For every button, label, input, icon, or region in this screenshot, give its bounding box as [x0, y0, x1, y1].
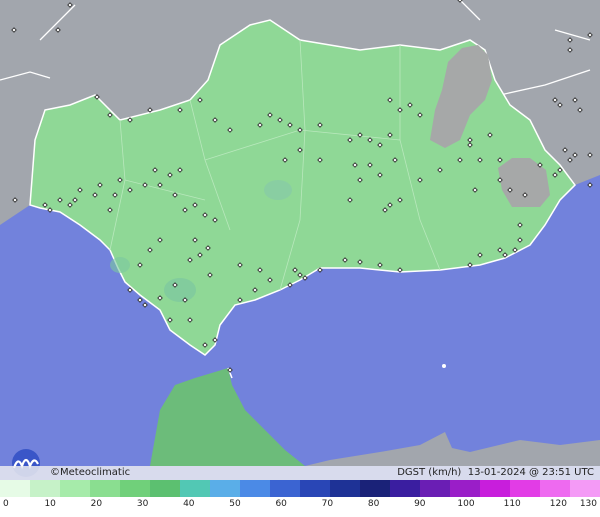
scale-tick-label: 100	[457, 499, 475, 509]
alboran-island	[442, 364, 446, 368]
scale-tick-label: 50	[229, 499, 241, 509]
scale-tick-label: 90	[414, 499, 426, 509]
scale-tick-label: 10	[44, 499, 56, 509]
scale-tick-label: 0	[3, 499, 9, 509]
color-scale-labels: 0 10 20 30 40 50 60 70 80 90 100 110 120 130	[0, 499, 600, 515]
scale-tick-label: 120	[549, 499, 567, 509]
credit-text: ©Meteoclimatic	[50, 467, 131, 478]
scale-tick-label: 40	[183, 499, 195, 509]
scale-tick-label: 80	[367, 499, 380, 509]
scale-swatch	[30, 480, 61, 497]
scale-swatch	[330, 480, 361, 497]
scale-swatch	[510, 480, 541, 497]
scale-swatch	[300, 480, 331, 497]
station-map	[0, 0, 600, 466]
info-bar: ©Meteoclimatic DGST (km/h) 13-01-2024 @ …	[0, 466, 600, 480]
scale-swatch	[90, 480, 121, 497]
scale-swatch	[270, 480, 301, 497]
scale-swatch	[480, 480, 511, 497]
scale-swatch	[210, 480, 241, 497]
scale-swatch	[570, 480, 600, 497]
scale-swatch	[390, 480, 421, 497]
wind-patch	[164, 278, 196, 302]
wind-patch	[264, 180, 292, 200]
scale-swatch	[360, 480, 391, 497]
scale-swatch	[180, 480, 211, 497]
scale-swatch	[540, 480, 571, 497]
scale-tick-label: 60	[275, 499, 287, 509]
color-scale-bar	[0, 480, 600, 497]
scale-tick-label: 110	[503, 499, 521, 509]
color-scale: 0 10 20 30 40 50 60 70 80 90 100 110 120 130	[0, 480, 600, 517]
timestamp-label: DGST (km/h) 13-01-2024 @ 23:51 UTC	[397, 466, 594, 480]
scale-swatch	[60, 480, 91, 497]
variable-label: DGST (km/h)	[397, 467, 462, 478]
datetime-label: 13-01-2024 @ 23:51 UTC	[467, 467, 594, 478]
scale-swatch	[420, 480, 451, 497]
scale-tick-label: 20	[90, 499, 103, 509]
scale-tick-label: 70	[321, 499, 334, 509]
scale-tick-label: 130	[579, 499, 597, 509]
scale-swatch	[120, 480, 151, 497]
scale-swatch	[240, 480, 271, 497]
scale-swatch	[150, 480, 181, 497]
scale-swatch	[0, 480, 31, 497]
wind-patch	[110, 257, 130, 273]
scale-tick-label: 30	[136, 499, 149, 509]
scale-swatch	[450, 480, 481, 497]
